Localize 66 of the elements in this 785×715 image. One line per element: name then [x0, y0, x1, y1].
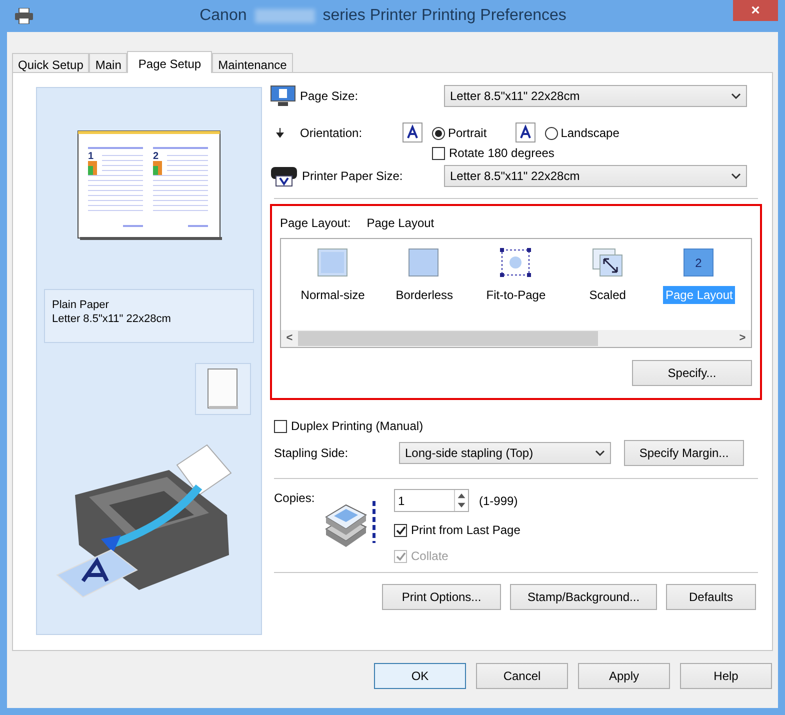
button[interactable]: Specify Margin... [624, 440, 744, 466]
radio-label: Portrait [448, 125, 487, 142]
page-icon [408, 248, 440, 278]
tab[interactable]: Maintenance [212, 53, 293, 72]
spin-arrows-icon [454, 490, 468, 511]
layout-option[interactable]: Borderless [394, 286, 456, 304]
dropdown[interactable]: Letter 8.5"x11" 22x28cm [444, 85, 747, 107]
scaled-page-icon [592, 248, 624, 278]
checkbox-label: Duplex Printing (Manual) [291, 418, 424, 435]
close-button[interactable]: × [733, 0, 778, 21]
paper-icon [207, 368, 239, 410]
window-title: Canon [200, 6, 247, 26]
scroll-right-button[interactable]: > [734, 330, 751, 347]
page-size-label: Page Size: [300, 88, 360, 105]
scroll-left-button[interactable]: < [281, 330, 298, 347]
button[interactable]: Print Options... [382, 584, 501, 610]
stapling-side-label: Stapling Side: [274, 445, 350, 462]
checkbox[interactable] [432, 146, 445, 160]
dropdown[interactable]: Letter 8.5"x11" 22x28cm [444, 165, 747, 187]
copies-spinner[interactable]: 1 [394, 489, 469, 512]
tab[interactable]: Quick Setup [12, 53, 90, 72]
copies-label: Copies: [274, 490, 316, 507]
layout-option[interactable]: Fit-to-Page [484, 286, 548, 304]
monitor-icon [270, 85, 296, 107]
button[interactable]: Cancel [476, 663, 568, 689]
checkbox-label: Rotate 180 degrees [449, 145, 554, 162]
layout-option[interactable]: Normal-size [298, 286, 367, 304]
printer-icon [15, 8, 33, 24]
layout-option[interactable]: Scaled [587, 286, 628, 304]
orientation-label: Orientation: [300, 125, 364, 142]
button[interactable]: Defaults [666, 584, 756, 610]
page-layout-value: Page Layout [366, 215, 434, 232]
window-title: series Printer Printing Preferences [322, 6, 566, 26]
checkbox-label: Collate [411, 548, 448, 565]
checkbox[interactable] [274, 420, 287, 432]
page-orientation-icon [402, 122, 424, 144]
paper-size-text: Letter 8.5"x11" 22x28cm [52, 312, 172, 326]
radio-button[interactable] [544, 126, 558, 140]
fit-page-icon [500, 248, 532, 278]
page-layout-label: Page Layout: [280, 215, 351, 232]
checkbox-label: Print from Last Page [411, 522, 520, 539]
arrow-down-icon [276, 128, 284, 138]
copies-range-text: (1-999) [479, 492, 518, 510]
button[interactable]: Stamp/Background... [510, 584, 657, 610]
tab[interactable]: Main [89, 53, 128, 72]
horizontal-scrollbar[interactable]: < > [281, 330, 751, 347]
media-type-text: Plain Paper [52, 298, 110, 312]
scrollbar-thumb[interactable] [298, 331, 598, 346]
button[interactable]: Apply [578, 663, 670, 689]
radio-label: Landscape [560, 125, 620, 142]
checkbox[interactable] [394, 524, 407, 536]
button[interactable]: Specify... [632, 360, 752, 386]
page-number-icon: 2 [683, 248, 716, 278]
layout-list[interactable]: Normal-size Borderless Fit-to-Page Scaled 2 Page Layout < > [280, 238, 752, 348]
page-orientation-icon [514, 122, 537, 144]
page-icon [316, 248, 349, 278]
redacted-text-block [254, 9, 315, 23]
tab[interactable]: Page Setup [127, 51, 212, 73]
printer-icon [270, 164, 298, 188]
radio-button[interactable] [432, 126, 445, 140]
dropdown[interactable]: Long-side stapling (Top) [399, 442, 611, 464]
paper-orientation-button[interactable] [195, 363, 251, 415]
two-page-layout-preview-drawing: 1 2 [76, 129, 222, 241]
printer-paper-size-label: Printer Paper Size: [302, 168, 404, 185]
button[interactable]: Help [680, 663, 772, 689]
button[interactable]: OK [374, 663, 466, 689]
